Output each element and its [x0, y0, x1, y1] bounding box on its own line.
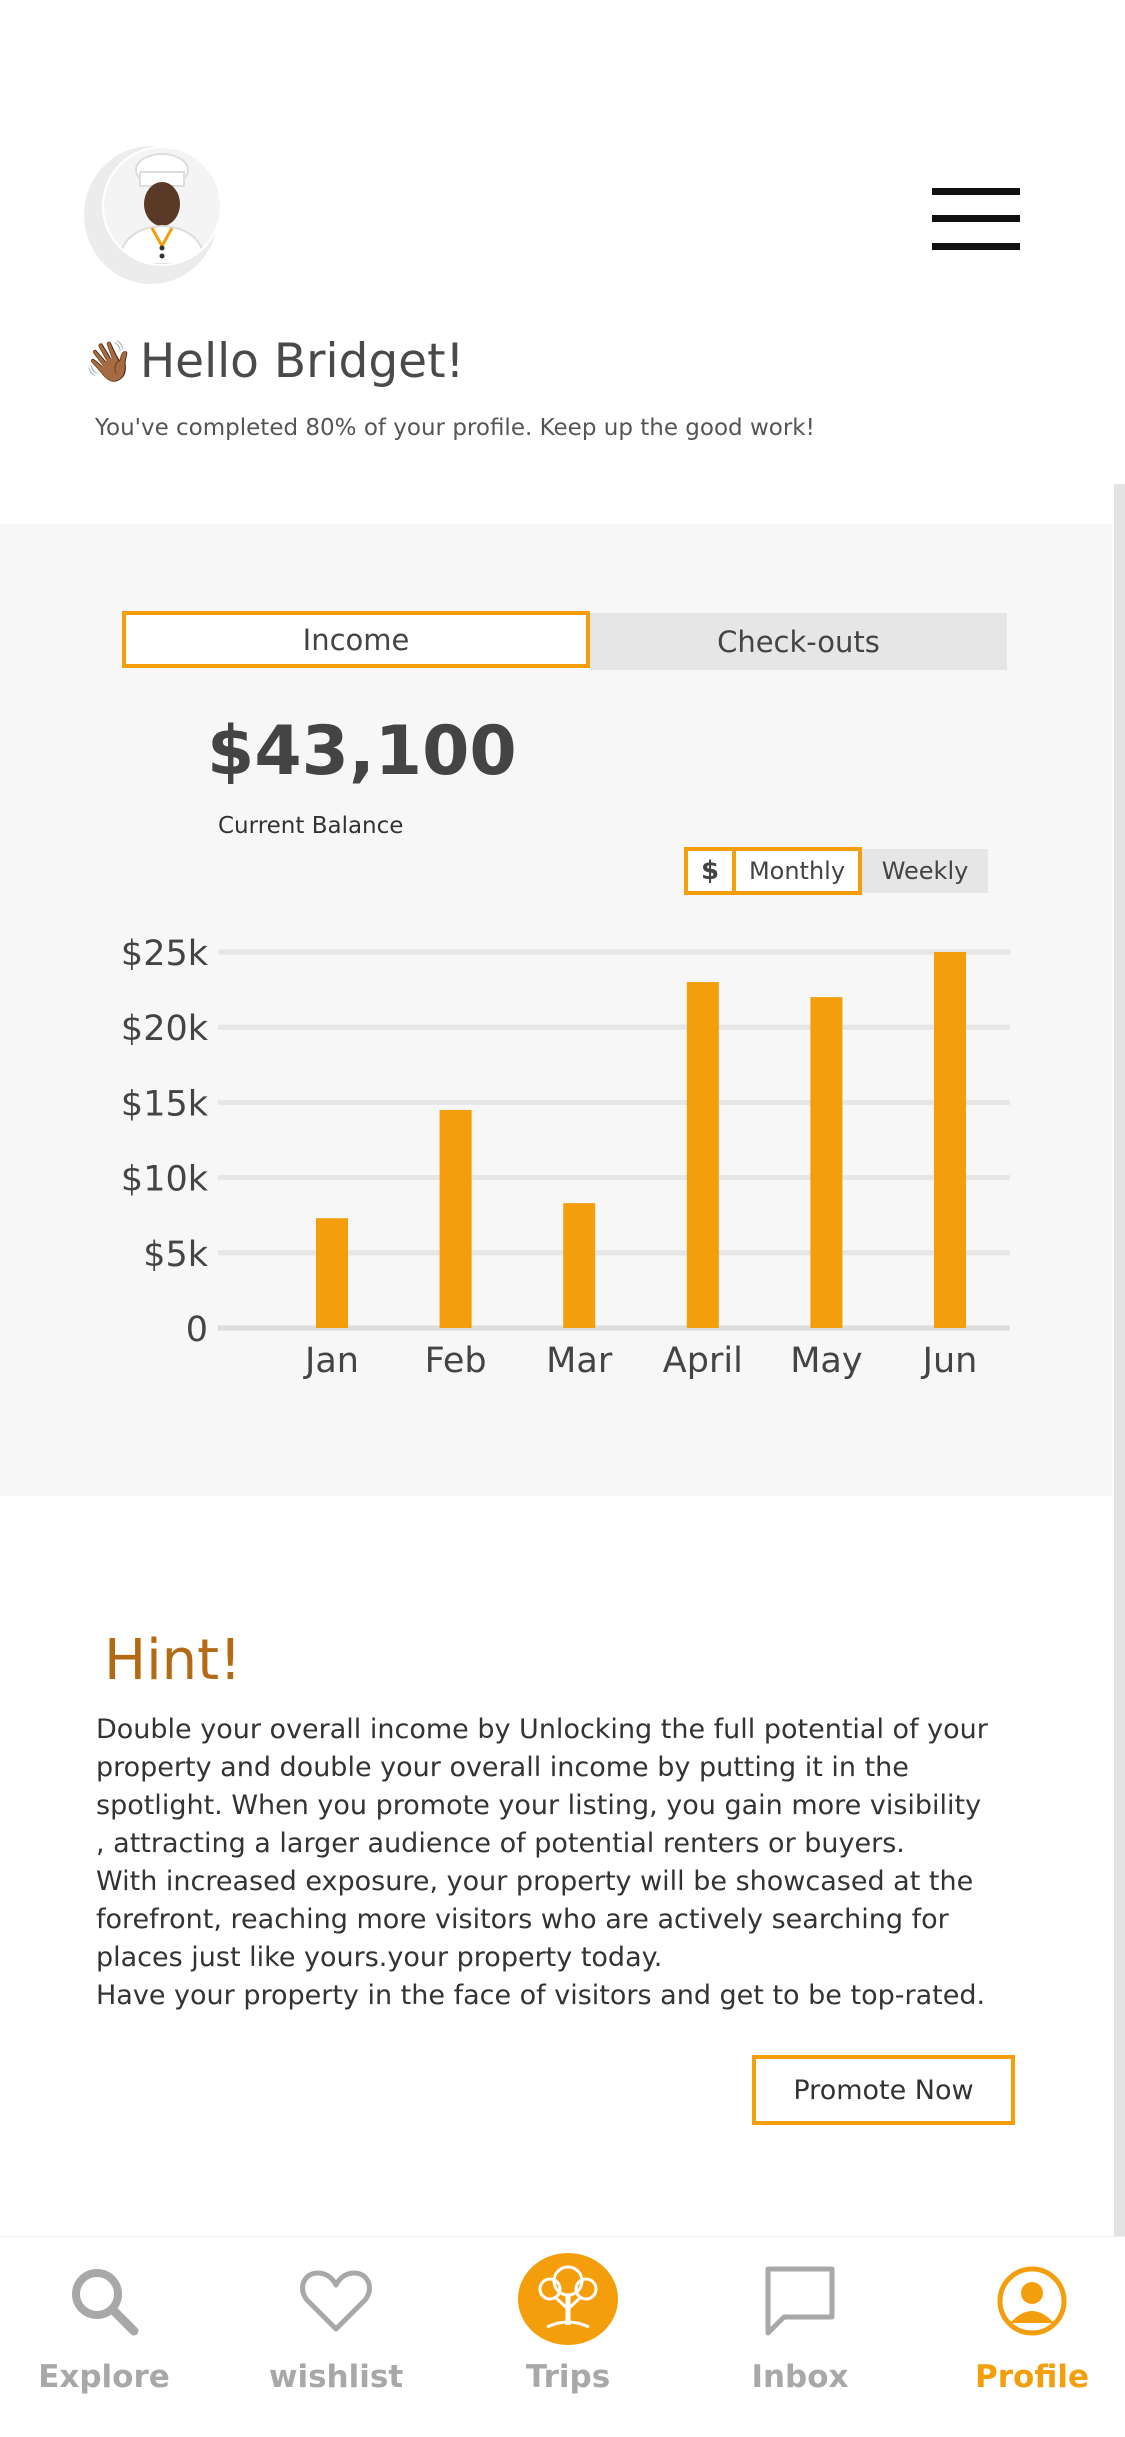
- chat-bubble-icon: [765, 2266, 835, 2336]
- tab-income[interactable]: Income: [122, 611, 590, 668]
- hint-line: Have your property in the face of visito…: [96, 1980, 986, 2011]
- bar-mar: [563, 1203, 596, 1328]
- bar-may: [810, 997, 843, 1328]
- nav-inbox[interactable]: Inbox: [700, 2237, 900, 2437]
- y-tick-label: $25k: [121, 934, 209, 974]
- hint-line: spotlight. When you promote your listing…: [96, 1790, 982, 1821]
- y-tick-label: 0: [186, 1310, 208, 1350]
- balance-label: Current Balance: [218, 813, 404, 839]
- tab-checkouts[interactable]: Check-outs: [590, 613, 1007, 670]
- menu-button[interactable]: [932, 188, 1020, 250]
- bar-jun: [934, 952, 966, 1328]
- hint-line: forefront, reaching more visitors who ar…: [96, 1904, 949, 1935]
- y-tick-label: $15k: [121, 1084, 209, 1124]
- x-tick-label: May: [790, 1341, 862, 1381]
- x-tick-label: April: [663, 1341, 743, 1381]
- nav-label: Inbox: [751, 2359, 849, 2395]
- promote-now-button[interactable]: Promote Now: [752, 2055, 1015, 2125]
- bottom-nav: Explore wishlist Trips Inbox Profile: [0, 2236, 1125, 2437]
- nav-profile[interactable]: Profile: [932, 2237, 1125, 2437]
- balance-amount: $43,100: [207, 712, 517, 791]
- bar-feb: [439, 1109, 472, 1328]
- nav-wishlist[interactable]: wishlist: [236, 2237, 436, 2437]
- hint-line: Double your overall income by Unlocking …: [96, 1714, 988, 1745]
- bar-april: [686, 982, 719, 1328]
- nav-label: Explore: [38, 2359, 170, 2395]
- x-tick-label: Mar: [546, 1341, 613, 1381]
- greeting-text: Hello Bridget!: [139, 334, 465, 389]
- x-tick-label: Jun: [921, 1341, 978, 1381]
- hint-line: , attracting a larger audience of potent…: [96, 1828, 905, 1859]
- y-tick-label: $10k: [121, 1160, 209, 1200]
- nav-label: Trips: [525, 2359, 611, 2395]
- nav-trips[interactable]: Trips: [468, 2237, 668, 2437]
- income-chart: 0 $5k $10k $15k $20k $25k Jan Feb Mar April May Jun: [121, 934, 1010, 1381]
- x-tick-label: Jan: [303, 1341, 359, 1381]
- hint-title: Hint!: [104, 1628, 242, 1693]
- avatar[interactable]: [102, 146, 222, 266]
- hamburger-menu-icon-line: [932, 243, 1020, 250]
- heart-icon: [300, 2270, 372, 2332]
- hint-body: Double your overall income by Unlocking …: [96, 1711, 1056, 2015]
- y-tick-label: $20k: [121, 1009, 209, 1049]
- greeting: 👋🏾 Hello Bridget!: [84, 334, 464, 389]
- x-tick-label: Feb: [425, 1341, 487, 1381]
- nav-explore[interactable]: Explore: [4, 2237, 204, 2437]
- search-icon: [72, 2269, 139, 2336]
- profile-completion-text: You've completed 80% of your profile. Ke…: [95, 415, 815, 441]
- nav-label: wishlist: [268, 2359, 404, 2395]
- y-tick-label: $5k: [143, 1235, 209, 1275]
- weekly-toggle[interactable]: Weekly: [862, 849, 988, 893]
- currency-toggle[interactable]: $: [684, 847, 736, 895]
- hint-line: places just like yours.your property tod…: [96, 1942, 663, 1973]
- profile-icon: [997, 2266, 1067, 2336]
- nav-label: Profile: [975, 2359, 1089, 2395]
- hint-line: With increased exposure, your property w…: [96, 1866, 974, 1897]
- bar-jan: [316, 1218, 348, 1328]
- tree-logo-icon: [518, 2253, 618, 2345]
- waving-hand-icon: 👋🏾: [84, 339, 134, 385]
- hint-line: property and double your overall income …: [96, 1752, 909, 1783]
- hamburger-menu-icon-line: [932, 215, 1020, 222]
- hamburger-menu-icon: [932, 188, 1020, 195]
- chef-avatar-icon: [116, 153, 208, 264]
- scrollbar[interactable]: [1114, 484, 1125, 2244]
- monthly-toggle[interactable]: Monthly: [732, 847, 862, 895]
